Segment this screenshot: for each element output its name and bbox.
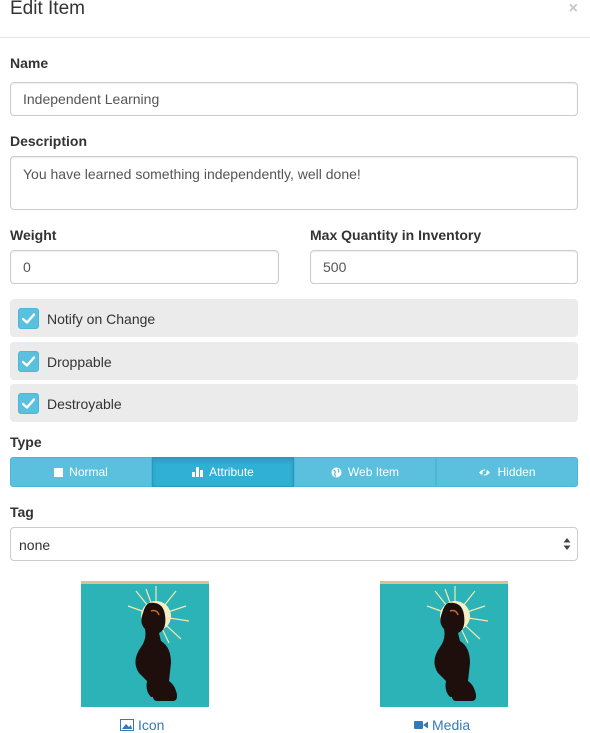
square-icon <box>54 467 64 477</box>
close-icon[interactable]: × <box>569 0 578 18</box>
tag-select-value: none <box>19 537 51 553</box>
media-link[interactable]: Media <box>414 717 470 733</box>
destroyable-row[interactable]: Destroyable <box>10 384 578 422</box>
type-attribute-button[interactable]: Attribute <box>152 457 294 487</box>
modal-title: Edit Item <box>10 0 85 19</box>
item-icon-image <box>81 581 209 707</box>
destroyable-label: Destroyable <box>47 396 122 412</box>
type-web-item-button[interactable]: Web Item <box>294 457 436 487</box>
weight-label: Weight <box>10 227 57 243</box>
type-normal-button[interactable]: Normal <box>10 457 152 487</box>
select-arrows-icon <box>563 537 571 556</box>
item-media-image <box>380 581 508 707</box>
tag-select[interactable]: none <box>10 527 578 561</box>
bar-chart-icon <box>192 467 204 477</box>
name-label: Name <box>10 55 49 71</box>
icon-link[interactable]: Icon <box>120 717 164 733</box>
destroyable-checkbox[interactable] <box>18 393 39 414</box>
icon-link-label: Icon <box>138 717 165 733</box>
video-camera-icon <box>414 720 428 730</box>
globe-icon <box>331 467 342 478</box>
image-icon <box>120 719 134 731</box>
description-label: Description <box>10 133 88 149</box>
description-textarea[interactable]: You have learned something independently… <box>10 156 578 210</box>
max-quantity-label: Max Quantity in Inventory <box>310 227 482 243</box>
checkmark-icon <box>22 356 35 367</box>
droppable-checkbox[interactable] <box>18 351 39 372</box>
name-input[interactable] <box>10 82 578 116</box>
type-hidden-label: Hidden <box>497 465 536 479</box>
type-web-item-label: Web Item <box>347 465 400 479</box>
eye-slash-icon <box>478 466 491 478</box>
notify-on-change-row[interactable]: Notify on Change <box>10 299 578 337</box>
checkmark-icon <box>22 313 35 324</box>
modal-header: Edit Item × <box>0 0 590 38</box>
media-link-label: Media <box>432 717 471 733</box>
max-quantity-input[interactable] <box>310 250 578 284</box>
droppable-row[interactable]: Droppable <box>10 342 578 380</box>
checkmark-icon <box>22 398 35 409</box>
tag-label: Tag <box>10 504 34 520</box>
type-button-group: Normal Attribute Web Item Hidden <box>10 457 578 487</box>
weight-input[interactable] <box>10 250 279 284</box>
droppable-label: Droppable <box>47 354 112 370</box>
notify-on-change-label: Notify on Change <box>47 311 156 327</box>
type-label: Type <box>10 434 42 450</box>
type-attribute-label: Attribute <box>209 465 254 479</box>
notify-on-change-checkbox[interactable] <box>18 308 39 329</box>
type-hidden-button[interactable]: Hidden <box>436 457 578 487</box>
type-normal-label: Normal <box>69 465 108 479</box>
